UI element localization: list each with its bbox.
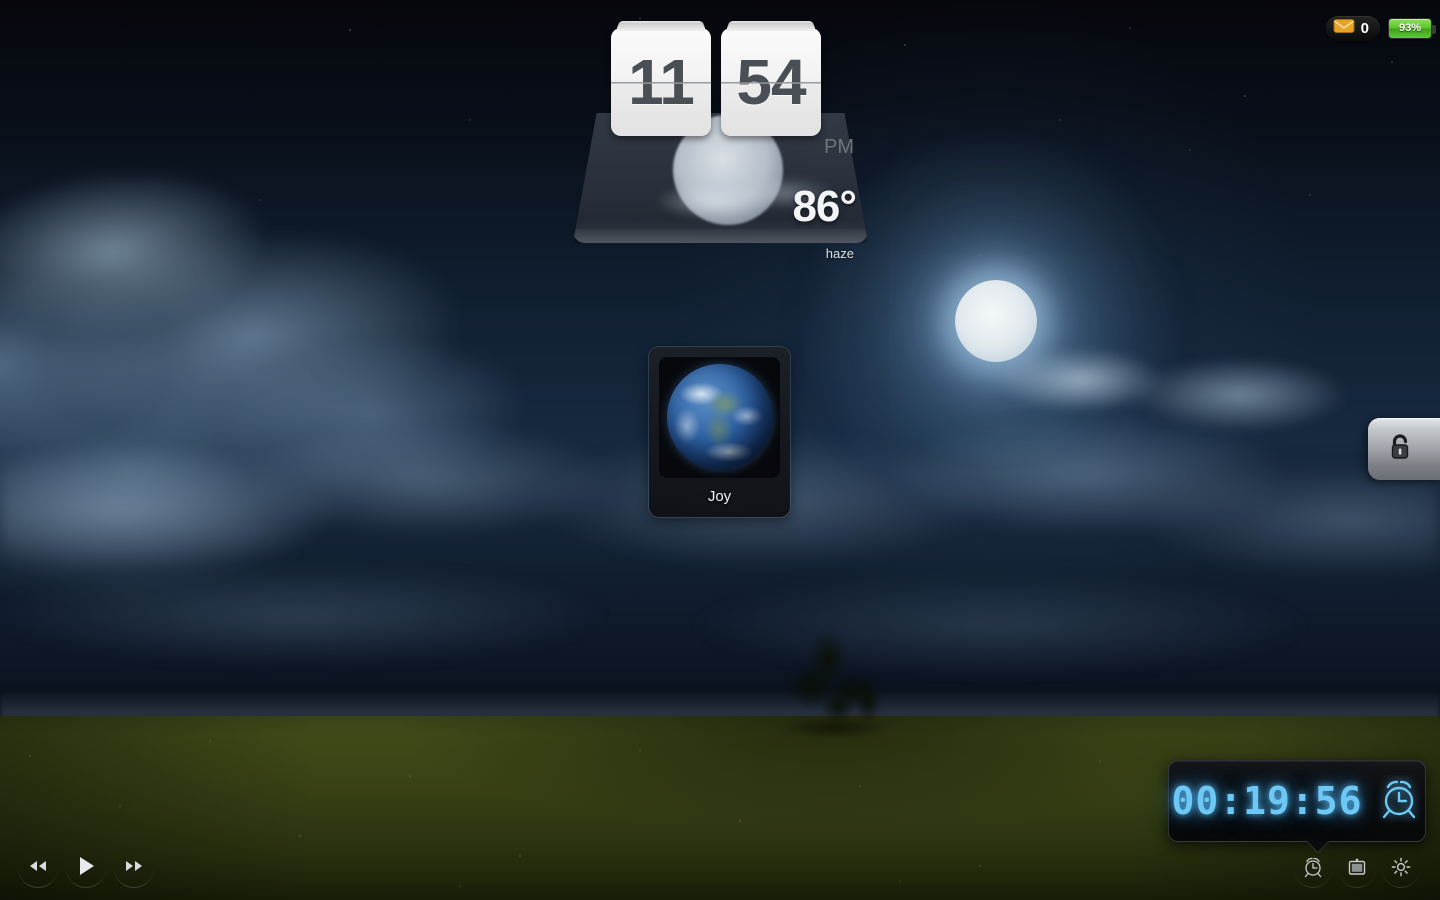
battery-level: 93% — [1398, 22, 1422, 34]
hours-card[interactable]: 11 — [611, 23, 711, 136]
button-arc — [114, 868, 154, 888]
flip-clock-weather-widget[interactable]: 11 54 PM 86° haze — [573, 23, 868, 261]
button-arc — [18, 868, 58, 888]
clouds-near-moon — [950, 300, 1370, 460]
button-arc — [1338, 869, 1376, 888]
tray-buttons[interactable] — [1292, 848, 1422, 890]
earth-globe-icon — [667, 364, 773, 470]
tree-silhouette — [780, 628, 895, 723]
desktop[interactable]: 0 93% 11 54 PM 86° haze Joy 00:19:56 — [0, 0, 1440, 900]
temperature-value: 86° — [792, 182, 857, 231]
app-thumbnail — [659, 357, 780, 478]
timer-display: 00:19:56 — [1171, 779, 1363, 823]
button-arc — [1382, 869, 1420, 888]
media-controls[interactable] — [18, 848, 154, 888]
next-button[interactable] — [114, 848, 154, 888]
status-bar: 0 93% — [1325, 16, 1436, 41]
timer-widget[interactable]: 00:19:56 — [1168, 760, 1426, 842]
minutes-card[interactable]: 54 — [721, 23, 821, 136]
meridiem-label: PM — [824, 136, 854, 158]
mail-count: 0 — [1360, 20, 1369, 37]
battery-indicator[interactable]: 93% — [1388, 18, 1436, 39]
mail-indicator[interactable]: 0 — [1325, 16, 1380, 41]
hours-value: 11 — [628, 46, 695, 118]
button-arc — [1294, 869, 1332, 888]
app-label: Joy — [707, 488, 732, 505]
minutes-value: 54 — [736, 46, 806, 118]
slideshow-button[interactable] — [1336, 848, 1378, 890]
flip-cards[interactable]: 11 54 — [611, 23, 821, 136]
button-arc — [66, 868, 106, 888]
app-icon-joy[interactable]: Joy — [649, 347, 790, 517]
alarm-clock-icon — [1375, 775, 1423, 828]
weather-condition-label: haze — [825, 246, 854, 261]
padlock-icon — [1388, 433, 1412, 466]
brightness-button[interactable] — [1380, 848, 1422, 890]
alarm-button[interactable] — [1292, 848, 1334, 890]
lock-tab[interactable] — [1368, 418, 1440, 480]
play-button[interactable] — [66, 848, 106, 888]
previous-button[interactable] — [18, 848, 58, 888]
envelope-icon — [1333, 18, 1355, 39]
